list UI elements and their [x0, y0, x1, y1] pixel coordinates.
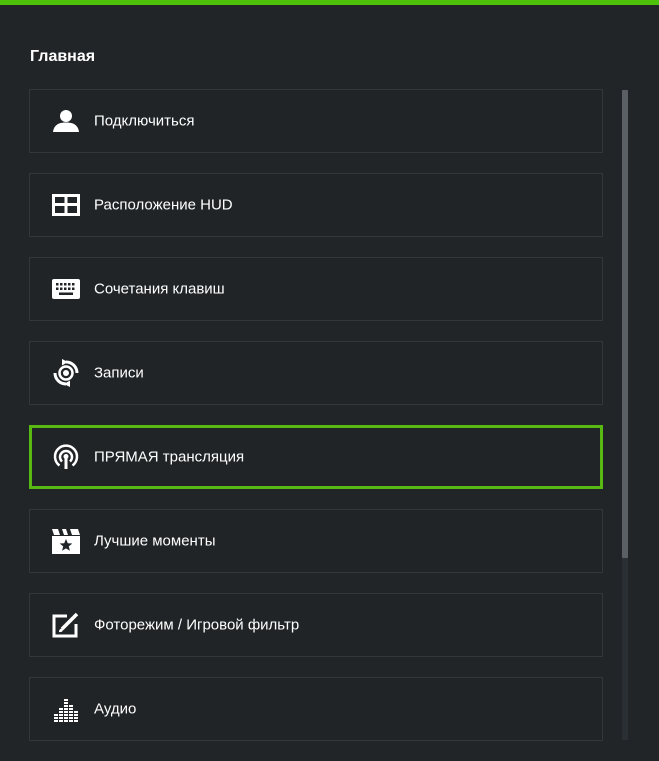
layout-grid-icon [52, 191, 80, 219]
broadcast-icon [52, 443, 80, 471]
menu-item-label: Аудио [94, 700, 137, 718]
menu-item-live-broadcast[interactable]: ПРЯМАЯ трансляция [29, 425, 603, 489]
menu-item-connect[interactable]: Подключиться [29, 89, 603, 153]
menu-item-label: Подключиться [94, 112, 195, 130]
page-title: Главная [30, 48, 96, 65]
menu-item-keyboard-shortcuts[interactable]: Сочетания клавиш [29, 257, 603, 321]
main-menu: Подключиться Расположение HUD Сочетания … [29, 89, 604, 761]
menu-item-label: Записи [94, 364, 144, 382]
menu-item-recordings[interactable]: Записи [29, 341, 603, 405]
accent-top-bar [0, 0, 659, 5]
user-icon [52, 107, 80, 135]
menu-item-label: Сочетания клавиш [94, 280, 225, 298]
menu-item-label: ПРЯМАЯ трансляция [94, 448, 245, 466]
keyboard-icon [52, 275, 80, 303]
menu-item-label: Расположение HUD [94, 196, 233, 214]
menu-item-hud-layout[interactable]: Расположение HUD [29, 173, 603, 237]
menu-item-audio[interactable]: Аудио [29, 677, 603, 741]
equalizer-icon [52, 695, 80, 723]
menu-item-label: Лучшие моменты [94, 532, 216, 550]
scrollbar[interactable] [622, 90, 628, 740]
menu-item-label: Фоторежим / Игровой фильтр [94, 616, 300, 634]
photo-edit-icon [52, 611, 80, 639]
record-refresh-icon [52, 359, 80, 387]
menu-item-highlights[interactable]: Лучшие моменты [29, 509, 603, 573]
menu-item-photo-mode[interactable]: Фоторежим / Игровой фильтр [29, 593, 603, 657]
clapperboard-star-icon [52, 527, 80, 555]
scrollbar-thumb[interactable] [622, 90, 628, 558]
